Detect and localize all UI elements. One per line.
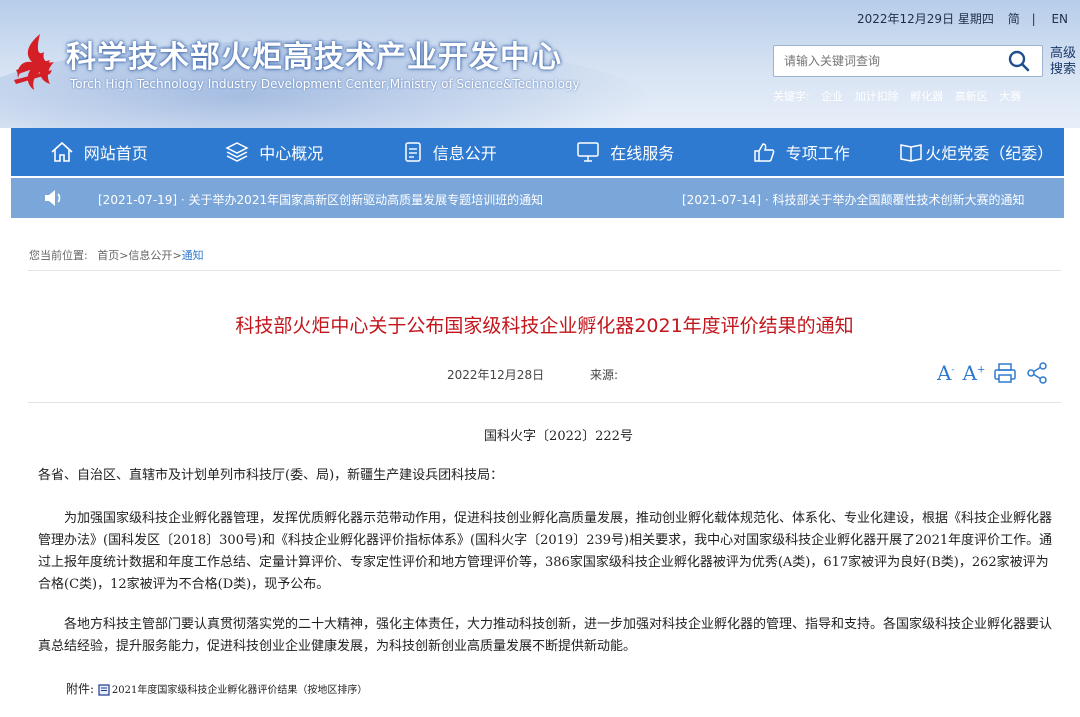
attachment-row: 附件: 2021年度国家级科技企业孵化器评价结果（按地区排序） (66, 680, 367, 697)
nav-info-public[interactable]: 信息公开 (362, 128, 538, 176)
home-icon (51, 141, 73, 162)
article-paragraph: 为加强国家级科技企业孵化器管理，发挥优质孵化器示范带动作用，促进科技创业孵化高质… (38, 511, 1053, 592)
thumbs-up-icon (753, 143, 775, 162)
nav-party-committee[interactable]: 火炬党委（纪委） (889, 128, 1065, 176)
site-subtitle: Torch High Technology Industry Developme… (70, 77, 580, 91)
top-utility-bar: 2022年12月29日 星期四 简 | EN (856, 12, 1068, 26)
lang-english-link[interactable]: EN (1051, 12, 1068, 26)
document-number: 国科火字〔2022〕222号 (484, 429, 633, 444)
attachment-label: 附件: (66, 682, 95, 696)
breadcrumb-info-public[interactable]: 信息公开 (128, 249, 172, 262)
nav-online-service[interactable]: 在线服务 (538, 128, 714, 176)
site-header: 科学技术部火炬高技术产业开发中心 Torch High Technology I… (0, 0, 1080, 128)
keyword-link[interactable]: 企业 (821, 90, 843, 103)
breadcrumb-home[interactable]: 首页 (97, 249, 119, 262)
nav-overview[interactable]: 中心概况 (187, 128, 363, 176)
ticker-news-link[interactable]: [2021-07-19] · 关于举办2021年国家高新区创新驱动高质量发展专题… (98, 191, 543, 208)
file-icon (98, 683, 110, 696)
publish-date: 2022年12月28日 (447, 368, 545, 382)
article-paragraph: 各地方科技主管部门要认真贯彻落实党的二十大精神，强化主体责任，大力推动科技创新，… (38, 617, 1053, 654)
salutation: 各省、自治区、直辖市及计划单列市科技厅(委、局)，新疆生产建设兵团科技局： (38, 468, 504, 483)
font-decrease-button[interactable]: A- (937, 361, 955, 385)
party-book-icon (900, 144, 922, 162)
nav-label: 在线服务 (610, 144, 675, 163)
breadcrumb-current[interactable]: 通知 (182, 249, 204, 262)
divider (28, 270, 1061, 271)
nav-special-work[interactable]: 专项工作 (713, 128, 889, 176)
print-icon[interactable] (993, 362, 1017, 384)
keyword-link[interactable]: 孵化器 (910, 90, 943, 103)
document-icon (404, 142, 421, 162)
ticker-news-link[interactable]: [2021-07-14] · 科技部关于举办全国颠覆性技术创新大赛的通知 (682, 191, 1025, 208)
attachment-link[interactable]: 2021年度国家级科技企业孵化器评价结果（按地区排序） (112, 685, 367, 696)
font-increase-button[interactable]: A+ (963, 361, 986, 385)
nav-label: 中心概况 (259, 144, 324, 163)
advanced-search-link[interactable]: 高级搜索 (1050, 46, 1078, 78)
search-icon[interactable] (1008, 50, 1030, 72)
news-ticker: [2021-07-19] · 关于举办2021年国家高新区创新驱动高质量发展专题… (11, 178, 1064, 218)
source-label: 来源: (590, 368, 619, 382)
breadcrumb: 您当前位置: 首页>信息公开>通知 (29, 249, 204, 262)
nav-label: 火炬党委（纪委） (925, 144, 1054, 163)
article-title: 科技部火炬中心关于公布国家级科技企业孵化器2021年度评价结果的通知 (235, 315, 854, 337)
monitor-icon (577, 142, 599, 162)
article-tools: A- A+ (937, 361, 1057, 385)
keyword-link[interactable]: 加计扣除 (855, 90, 899, 103)
keyword-link[interactable]: 大赛 (999, 90, 1021, 103)
lang-simplified-link[interactable]: 简 (1008, 12, 1020, 26)
main-nav: 网站首页 中心概况 信息公开 在线服务 专项工作 火炬党委（纪委） (11, 128, 1064, 176)
keywords-label: 关键字: (773, 90, 810, 103)
keywords-bar: 关键字: 企业 加计扣除 孵化器 高新区 大赛 (773, 88, 1029, 104)
nav-home[interactable]: 网站首页 (11, 128, 187, 176)
layers-icon (225, 142, 249, 162)
breadcrumb-label: 您当前位置: (29, 249, 88, 262)
nav-label: 专项工作 (785, 144, 850, 163)
keyword-link[interactable]: 高新区 (955, 90, 988, 103)
speaker-icon (45, 190, 61, 206)
current-date: 2022年12月29日 星期四 (856, 12, 994, 26)
nav-label: 网站首页 (83, 144, 148, 163)
share-icon[interactable] (1025, 361, 1049, 385)
site-title: 科学技术部火炬高技术产业开发中心 (66, 40, 562, 75)
nav-label: 信息公开 (432, 144, 497, 163)
search-box (773, 45, 1043, 77)
search-input[interactable] (782, 46, 1006, 76)
torch-logo-icon (14, 34, 54, 90)
divider (28, 402, 1061, 403)
